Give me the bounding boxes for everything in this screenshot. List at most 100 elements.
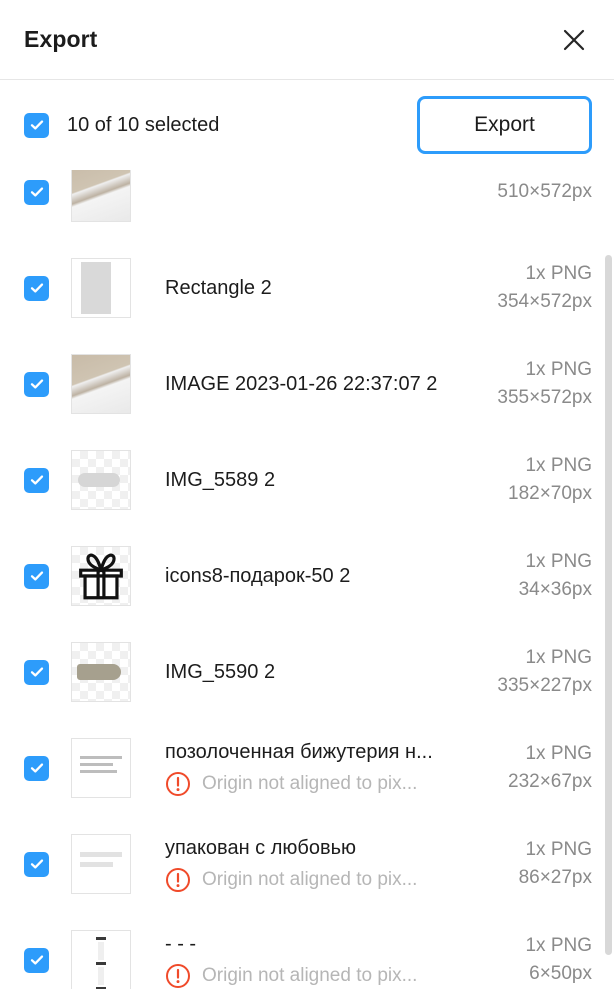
- row-checkbox-wrap: [24, 755, 49, 781]
- thumbnail-art: [72, 835, 130, 893]
- row-dimensions: 34×36px: [518, 579, 592, 600]
- row-checkbox-wrap: [24, 275, 49, 301]
- row-checkbox-wrap: [24, 467, 49, 493]
- row-checkbox[interactable]: [24, 563, 49, 589]
- row-checkbox[interactable]: [24, 371, 49, 397]
- dialog-header: Export: [0, 0, 614, 80]
- row-checkbox-wrap: [24, 659, 49, 685]
- selection-action-bar: 10 of 10 selected Export: [0, 80, 614, 170]
- table-row[interactable]: упакован с любовью Origin not aligned to …: [0, 816, 614, 912]
- row-meta: 1x PNG 86×27px: [519, 836, 592, 892]
- row-meta: 1x PNG 6×50px: [525, 932, 592, 988]
- row-name: IMG_5590 2: [165, 661, 276, 683]
- row-name: Rectangle 2: [165, 277, 272, 299]
- row-thumbnail: [71, 834, 131, 894]
- table-row[interactable]: 510×572px: [0, 170, 614, 240]
- row-meta: 1x PNG 355×572px: [497, 356, 592, 412]
- row-scale: 1x PNG: [525, 935, 592, 956]
- row-thumbnail: [71, 354, 131, 414]
- row-dimensions: 354×572px: [497, 291, 592, 312]
- page-title: Export: [24, 26, 98, 52]
- thumbnail-art: [72, 170, 130, 221]
- row-dimensions: 510×572px: [497, 181, 592, 202]
- row-thumbnail: [71, 642, 131, 702]
- row-scale: 1x PNG: [525, 263, 592, 284]
- row-checkbox-wrap: [24, 563, 49, 589]
- thumbnail-art: [72, 355, 130, 413]
- export-dialog: Export 10 of 10 selected Export 510×572p…: [0, 0, 614, 989]
- row-meta: 1x PNG 182×70px: [508, 452, 592, 508]
- row-main: - - - Origin not aligned to pix...: [165, 931, 525, 989]
- thumbnail-art: [72, 547, 130, 605]
- export-list[interactable]: 510×572px Rectangle 2 1x PNG 354×572px IMAGE…: [0, 170, 614, 989]
- row-meta: 1x PNG 354×572px: [497, 260, 592, 316]
- row-thumbnail: [71, 546, 131, 606]
- row-checkbox[interactable]: [24, 467, 49, 493]
- warning-icon: [165, 771, 191, 797]
- row-thumbnail: [71, 450, 131, 510]
- row-name: IMG_5589 2: [165, 469, 276, 491]
- table-row[interactable]: icons8-подарок-50 2 1x PNG 34×36px: [0, 528, 614, 624]
- warning-icon: [165, 963, 191, 989]
- thumbnail-art: [72, 931, 130, 989]
- row-checkbox[interactable]: [24, 179, 49, 205]
- row-scale: 1x PNG: [525, 839, 592, 860]
- row-checkbox[interactable]: [24, 851, 49, 877]
- export-button[interactable]: Export: [417, 96, 592, 154]
- row-scale: 1x PNG: [525, 743, 592, 764]
- row-dimensions: 86×27px: [518, 867, 592, 888]
- list-scrollbar: [605, 170, 612, 989]
- row-main: позолоченная бижутерия н... Origin not al…: [165, 739, 508, 797]
- row-checkbox-wrap: [24, 851, 49, 877]
- row-main: IMAGE 2023-01-26 22:37:07 2: [165, 371, 497, 397]
- row-thumbnail: [71, 170, 131, 222]
- row-name: упакован с любовью: [165, 837, 357, 859]
- row-main: Rectangle 2: [165, 275, 497, 301]
- thumbnail-art: [72, 643, 130, 701]
- close-icon[interactable]: [554, 20, 594, 60]
- warning-text: Origin not aligned to pix...: [202, 773, 418, 794]
- table-row[interactable]: Rectangle 2 1x PNG 354×572px: [0, 240, 614, 336]
- row-name: IMAGE 2023-01-26 22:37:07 2: [165, 373, 438, 395]
- thumbnail-art: [72, 451, 130, 509]
- table-row[interactable]: IMG_5590 2 1x PNG 335×227px: [0, 624, 614, 720]
- warning-text: Origin not aligned to pix...: [202, 869, 418, 890]
- row-name: icons8-подарок-50 2: [165, 565, 351, 587]
- select-all-group: 10 of 10 selected: [24, 112, 417, 138]
- row-main: упакован с любовью Origin not aligned to …: [165, 835, 519, 893]
- row-dimensions: 6×50px: [529, 963, 592, 984]
- row-scale: 1x PNG: [525, 359, 592, 380]
- thumbnail-art: [72, 739, 130, 797]
- scrollbar-thumb[interactable]: [605, 255, 612, 955]
- table-row[interactable]: IMG_5589 2 1x PNG 182×70px: [0, 432, 614, 528]
- row-warning: Origin not aligned to pix...: [165, 771, 498, 797]
- row-meta: 1x PNG 232×67px: [508, 740, 592, 796]
- row-main: IMG_5589 2: [165, 467, 508, 493]
- row-checkbox-wrap: [24, 179, 49, 205]
- row-dimensions: 355×572px: [497, 387, 592, 408]
- table-row[interactable]: - - - Origin not aligned to pix... 1x PNG 6…: [0, 912, 614, 989]
- warning-text: Origin not aligned to pix...: [202, 965, 418, 986]
- table-row[interactable]: IMAGE 2023-01-26 22:37:07 2 1x PNG 355×572…: [0, 336, 614, 432]
- thumbnail-art: [72, 259, 130, 317]
- row-dimensions: 232×67px: [508, 771, 592, 792]
- row-checkbox[interactable]: [24, 947, 49, 973]
- row-thumbnail: [71, 930, 131, 989]
- row-checkbox-wrap: [24, 371, 49, 397]
- row-warning: Origin not aligned to pix...: [165, 867, 509, 893]
- row-checkbox[interactable]: [24, 275, 49, 301]
- row-checkbox-wrap: [24, 947, 49, 973]
- row-dimensions: 182×70px: [508, 483, 592, 504]
- row-checkbox[interactable]: [24, 755, 49, 781]
- row-name: позолоченная бижутерия н...: [165, 741, 433, 763]
- table-row[interactable]: позолоченная бижутерия н... Origin not al…: [0, 720, 614, 816]
- warning-icon: [165, 867, 191, 893]
- row-warning: Origin not aligned to pix...: [165, 963, 515, 989]
- select-all-checkbox[interactable]: [24, 112, 49, 138]
- row-main: IMG_5590 2: [165, 659, 497, 685]
- row-meta: 510×572px: [497, 178, 592, 206]
- row-checkbox[interactable]: [24, 659, 49, 685]
- row-thumbnail: [71, 738, 131, 798]
- selection-count-label: 10 of 10 selected: [67, 113, 220, 136]
- row-meta: 1x PNG 335×227px: [497, 644, 592, 700]
